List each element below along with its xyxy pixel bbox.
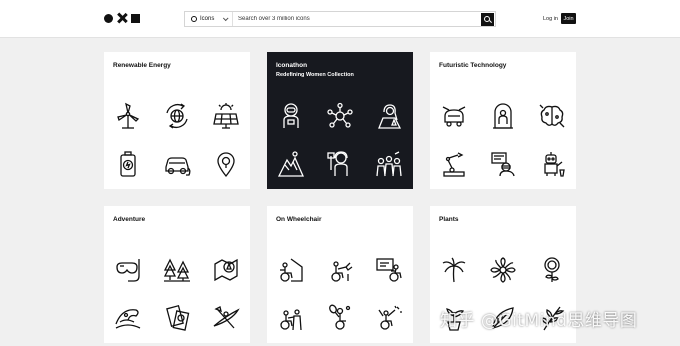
battery-charge-icon <box>120 151 136 177</box>
join-button[interactable]: Join <box>561 13 576 24</box>
search-type-label: Icons <box>200 16 215 22</box>
collection-title: Futuristic Technology <box>439 62 507 69</box>
collection-card[interactable]: Iconathon Redefining Women Collection <box>267 52 413 189</box>
compass-map-icon <box>214 258 238 282</box>
solar-panel-icon <box>213 103 239 129</box>
logo-circle-icon <box>104 13 113 23</box>
capsule-pod-icon <box>493 103 513 129</box>
woman-scientist-icon <box>378 104 402 129</box>
protester-icon <box>327 151 348 176</box>
collection-card[interactable]: On Wheelchair <box>267 206 413 343</box>
electric-car-icon <box>165 157 191 176</box>
top-navigation-bar: Icons Log in Join <box>0 0 680 38</box>
bulb-pin-icon <box>217 152 235 178</box>
search-button[interactable] <box>481 12 494 26</box>
robot-helper-icon <box>544 152 565 177</box>
brain-circuit-icon <box>539 104 565 128</box>
group-women-icon <box>376 151 402 177</box>
collection-card[interactable]: Renewable Energy <box>104 52 250 189</box>
globe-recycle-icon <box>166 103 188 129</box>
mountain-climber-icon <box>277 151 305 177</box>
robot-arm-icon <box>443 152 465 177</box>
search-type-dropdown[interactable]: Icons <box>185 12 233 26</box>
search-input[interactable] <box>233 12 481 26</box>
collection-title: Adventure <box>113 216 146 223</box>
chevron-down-icon <box>223 15 229 22</box>
logo-square-icon <box>131 13 140 23</box>
search-bar: Icons <box>184 11 496 27</box>
collection-card[interactable]: Adventure <box>104 206 250 343</box>
watermark-text: 知乎 @GitMind思维导图 <box>440 311 638 331</box>
passport-icon <box>166 304 190 331</box>
collection-title: Renewable Energy <box>113 62 171 69</box>
wheelchair-presentation-icon <box>376 258 402 282</box>
flying-car-icon <box>442 106 466 127</box>
login-link[interactable]: Log in <box>543 16 558 22</box>
forest-icon <box>163 258 190 282</box>
snorkel-mask-icon <box>116 259 140 282</box>
kayak-icon <box>213 306 240 329</box>
collection-title: On Wheelchair <box>276 216 322 223</box>
wheelchair-house-icon <box>280 258 303 282</box>
wheelchair-tennis-icon <box>329 304 351 330</box>
surfing-wave-icon <box>115 309 141 329</box>
collection-subtitle: Redefining Women Collection <box>276 72 354 78</box>
collection-title: Plants <box>439 216 459 223</box>
sunflower-icon <box>544 257 560 282</box>
lotus-flower-icon <box>490 257 516 283</box>
collection-card[interactable]: Futuristic Technology <box>430 52 576 189</box>
network-people-icon <box>327 102 353 128</box>
site-logo[interactable] <box>104 13 140 23</box>
wheelchair-watering-icon <box>331 261 353 282</box>
vr-monitor-icon <box>491 152 515 177</box>
logo-x-icon <box>117 13 127 23</box>
astronaut-icon <box>283 103 299 128</box>
icons-type-icon <box>191 16 197 22</box>
wind-turbine-icon <box>117 102 140 129</box>
wheelchair-group-icon <box>280 309 302 331</box>
collection-title: Iconathon <box>276 62 308 69</box>
palm-tree-icon <box>442 257 466 283</box>
wheelchair-celebration-icon <box>378 305 402 330</box>
